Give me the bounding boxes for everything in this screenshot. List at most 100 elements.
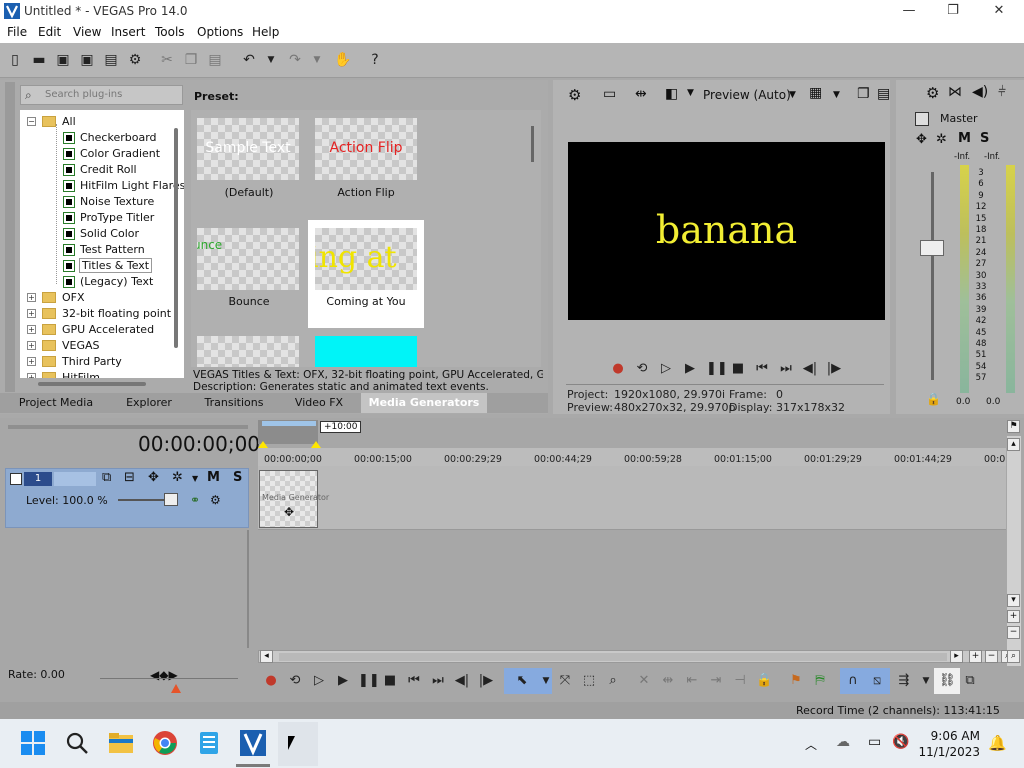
preview-settings-gear-icon[interactable]: ⚙	[568, 86, 581, 104]
properties-gear-icon[interactable]: ⚙	[126, 51, 144, 69]
auto-ripple-icon[interactable]: ⇶	[896, 673, 912, 689]
scroll-left-icon[interactable]: ◂	[260, 650, 273, 663]
tree-plugin[interactable]: Checkerboard	[20, 130, 184, 146]
tree-plugin[interactable]: Credit Roll	[20, 162, 184, 178]
trim-end-icon[interactable]: ⇥	[708, 673, 724, 689]
stop-icon[interactable]: ■	[730, 361, 746, 377]
enable-snapping-magnet-icon[interactable]: ∩	[845, 673, 861, 689]
copy-icon[interactable]: ❐	[182, 51, 200, 69]
split-icon[interactable]: ⊣	[732, 673, 748, 689]
tree-folder[interactable]: +32-bit floating point	[20, 306, 184, 322]
master-fx-gear-icon[interactable]: ✲	[936, 132, 947, 147]
taskbar-time[interactable]: 9:06 AM	[926, 729, 980, 743]
external-monitor-icon[interactable]: ▭	[603, 86, 616, 102]
zoom-edit-tool-icon[interactable]: ⌕	[605, 673, 621, 689]
loop-end-marker-icon[interactable]	[311, 441, 321, 448]
tree-scrollbar[interactable]	[174, 128, 178, 348]
loop-start-marker-icon[interactable]	[258, 441, 268, 448]
overlays-grid-icon[interactable]: ▦	[809, 85, 822, 101]
next-frame-icon[interactable]: |▶	[826, 361, 842, 377]
tree-plugin[interactable]: Solid Color	[20, 226, 184, 242]
tree-folder[interactable]: − All	[20, 114, 184, 130]
compositing-mode-icon[interactable]: ⧉	[102, 470, 111, 485]
ripple-dropdown-icon[interactable]: ▼	[918, 673, 934, 689]
auto-crossfade-icon[interactable]: ⧅	[869, 673, 885, 689]
tree-plugin[interactable]: Noise Texture	[20, 194, 184, 210]
trim-start-icon[interactable]: ⇤	[684, 673, 700, 689]
maximize-button[interactable]: ❐	[930, 0, 976, 23]
cut-icon[interactable]: ✂	[158, 51, 176, 69]
taskbar-date[interactable]: 11/1/2023	[918, 745, 980, 759]
video-fx-dropdown-icon[interactable]: ▼	[687, 88, 694, 98]
zoom-in-icon[interactable]: +	[969, 650, 982, 663]
tree-folder[interactable]: + GPU Accelerated	[20, 322, 184, 338]
timeline-record-icon[interactable]: ●	[263, 673, 279, 689]
tree-plugin[interactable]: ProType Titler	[20, 210, 184, 226]
track-solo-button[interactable]: S	[233, 470, 242, 485]
timeline-hscrollbar[interactable]: ◂ ▸ + − ⌕	[258, 650, 1014, 663]
search-input[interactable]: Search plug-ins	[45, 89, 122, 100]
video-fx-icon[interactable]: ◧	[665, 86, 678, 102]
plugin-tree[interactable]: − All Checkerboard Color Gradient Credit Rol…	[20, 110, 184, 378]
search-plugins-box[interactable]: ⌕ Search plug-ins	[20, 85, 183, 105]
save-as-icon[interactable]: ▣	[78, 51, 96, 69]
show-hidden-icons-chevron-icon[interactable]: ︿	[805, 736, 817, 753]
video-preview-screen[interactable]: banana	[568, 142, 885, 320]
track-options-icon[interactable]: ⚙	[210, 493, 221, 507]
menu-view[interactable]: View	[73, 25, 101, 39]
expand-icon[interactable]: +	[27, 357, 36, 366]
undo-dropdown-icon[interactable]: ▼	[262, 51, 280, 69]
dim-output-icon[interactable]: ◀)	[972, 84, 988, 100]
make-compositing-child-icon[interactable]: ⊟	[124, 470, 135, 485]
scroll-right-icon[interactable]: ▸	[950, 650, 963, 663]
windows-start-icon[interactable]	[20, 730, 46, 756]
mixer-fx-icon[interactable]: ⫩	[998, 84, 1006, 100]
trim-icon[interactable]: ⇹	[660, 673, 676, 689]
delete-icon[interactable]: ✕	[636, 673, 652, 689]
pan-icon[interactable]: ✥	[916, 132, 927, 147]
tab-media-generators[interactable]: Media Generators	[361, 393, 487, 413]
copy-snapshot-icon[interactable]: ❐	[857, 86, 870, 102]
tree-plugin[interactable]: Titles & Text	[20, 258, 184, 274]
track-zoom-magnifier-icon[interactable]: ⌕	[1007, 650, 1020, 663]
tree-plugin[interactable]: HitFilm Light Flares	[20, 178, 184, 194]
mixer-settings-gear-icon[interactable]: ⚙	[926, 84, 939, 102]
preview-quality-dropdown[interactable]: Preview (Auto)	[703, 88, 791, 102]
menu-tools[interactable]: Tools	[155, 25, 185, 39]
track-zoom-out-icon[interactable]: −	[1007, 626, 1020, 639]
search-taskbar-icon[interactable]	[64, 730, 90, 756]
play-from-start-icon[interactable]: ▷	[658, 361, 674, 377]
selection-edit-tool-icon[interactable]: ⬚	[581, 673, 597, 689]
expand-icon[interactable]: +	[27, 341, 36, 350]
new-file-icon[interactable]: ▯	[6, 51, 24, 69]
whats-this-help-icon[interactable]: ?	[366, 51, 384, 69]
play-icon[interactable]: ▶	[682, 361, 698, 377]
timeline-play-icon[interactable]: ▶	[335, 673, 351, 689]
expand-icon[interactable]: +	[27, 309, 36, 318]
save-icon[interactable]: ▣	[54, 51, 72, 69]
expand-icon[interactable]: +	[27, 373, 36, 378]
quality-chevron-down-icon[interactable]: ▼	[789, 90, 796, 100]
expand-icon[interactable]: +	[27, 325, 36, 334]
timeline-prev-frame-icon[interactable]: ◀|	[454, 673, 470, 689]
split-screen-icon[interactable]: ⇹	[635, 86, 647, 102]
envelope-edit-tool-icon[interactable]: ⤧	[557, 673, 573, 689]
timeline-stop-icon[interactable]: ■	[382, 673, 398, 689]
rate-slider-thumb-icon[interactable]: ◀◆▶	[150, 668, 178, 682]
notepad-icon[interactable]	[196, 730, 222, 756]
tree-folder[interactable]: + VEGAS	[20, 338, 184, 354]
insert-region-icon[interactable]: ⛿	[812, 673, 828, 689]
open-folder-icon[interactable]: ▬	[30, 51, 48, 69]
downmix-icon[interactable]: ⋈	[948, 84, 962, 100]
volume-muted-icon[interactable]: 🔇	[892, 734, 909, 750]
edit-tool-dropdown-icon[interactable]: ▼	[538, 673, 554, 689]
preset-scrollbar[interactable]	[531, 126, 534, 162]
expand-icon[interactable]: +	[27, 293, 36, 302]
scroll-down-icon[interactable]: ▾	[1007, 594, 1020, 607]
pause-icon[interactable]: ❚❚	[706, 361, 728, 377]
tree-folder[interactable]: + HitFilm	[20, 370, 184, 378]
hovered-taskbar-slot[interactable]	[278, 722, 318, 766]
close-button[interactable]: ✕	[976, 0, 1022, 23]
timeline-go-start-icon[interactable]: ⏮	[406, 673, 422, 689]
video-track-header[interactable]: 1 ⧉ ⊟ ✥ ✲ ▼ M S Level: 100.0 % ⚭ ⚙	[5, 468, 249, 528]
